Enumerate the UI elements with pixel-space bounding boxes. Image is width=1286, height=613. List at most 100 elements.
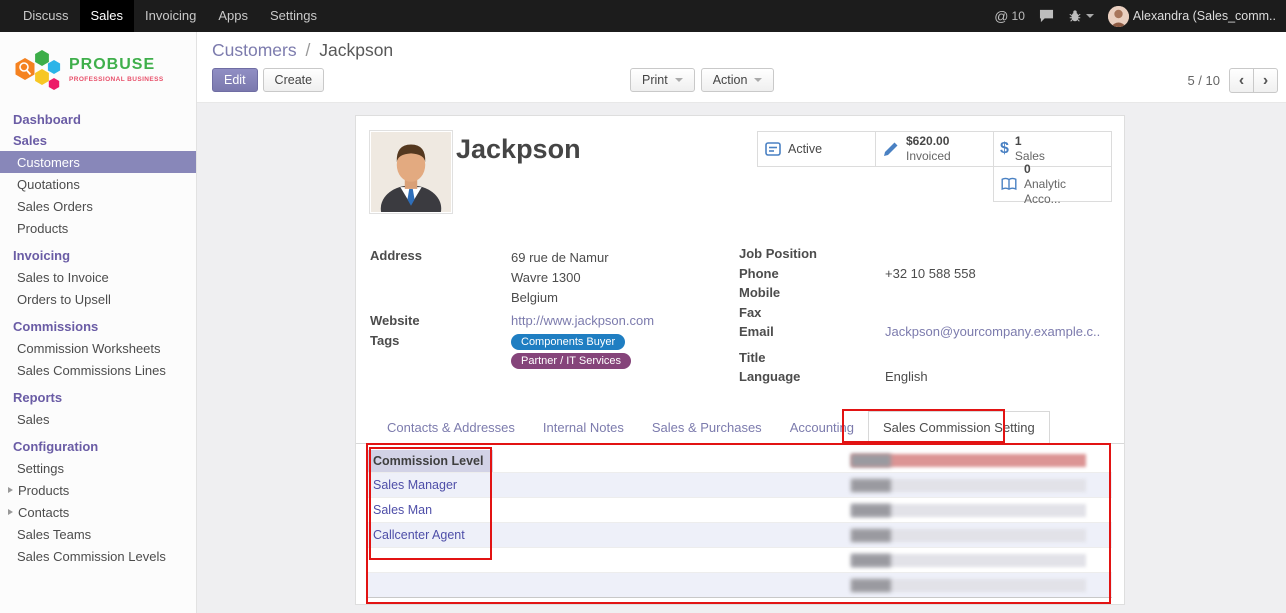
fields-right-column: Job Position Phone +32 10 588 558 Mobile… xyxy=(739,246,1111,389)
address-label: Address xyxy=(370,248,511,308)
address-field: Address 69 rue de Namur Wavre 1300 Belgi… xyxy=(370,248,720,308)
expand-arrow-icon xyxy=(8,509,13,515)
debug-menu-button[interactable] xyxy=(1068,9,1094,23)
sidebar-item-config-contacts[interactable]: Contacts xyxy=(0,501,196,523)
table-row[interactable] xyxy=(368,572,1112,597)
email-link[interactable]: Jackpson@yourcompany.example.c.. xyxy=(885,324,1100,339)
sidebar-heading-commissions[interactable]: Commissions xyxy=(0,316,196,337)
sidebar-item-sales-commission-levels[interactable]: Sales Commission Levels xyxy=(0,545,196,567)
expand-arrow-icon xyxy=(8,487,13,493)
table-row[interactable] xyxy=(368,547,1112,572)
notebook-tabs: Contacts & Addresses Internal Notes Sale… xyxy=(356,411,1124,444)
print-label: Print xyxy=(642,73,668,87)
sidebar-item-sales-teams[interactable]: Sales Teams xyxy=(0,523,196,545)
invoiced-value: $620.00 xyxy=(906,134,951,149)
breadcrumb-separator: / xyxy=(305,40,310,60)
table-row[interactable]: Sales Man xyxy=(368,497,1112,522)
sidebar-item-sales-to-invoice[interactable]: Sales to Invoice xyxy=(0,266,196,288)
analytic-count-value: 0 xyxy=(1024,162,1105,177)
table-row[interactable]: Sales Manager xyxy=(368,472,1112,497)
sidebar-item-config-products[interactable]: Products xyxy=(0,479,196,501)
menu-apps[interactable]: Apps xyxy=(207,0,259,32)
app-logo: PROBUSE PROFESSIONAL BUSINESS xyxy=(0,32,196,101)
tab-sales-purchases[interactable]: Sales & Purchases xyxy=(638,412,776,443)
website-link[interactable]: http://www.jackpson.com xyxy=(511,313,654,328)
mention-icon: @ xyxy=(994,8,1008,24)
website-field: Website http://www.jackpson.com xyxy=(370,313,720,328)
bug-icon xyxy=(1068,9,1082,23)
phone-value: +32 10 588 558 xyxy=(885,266,976,281)
redacted-content xyxy=(851,479,891,492)
user-avatar xyxy=(1108,6,1129,27)
sidebar-item-reports-sales[interactable]: Sales xyxy=(0,408,196,430)
address-value[interactable]: 69 rue de Namur Wavre 1300 Belgium xyxy=(511,248,609,308)
action-buttons: Print Action xyxy=(630,68,774,92)
tab-internal-notes[interactable]: Internal Notes xyxy=(529,412,638,443)
active-label: Active xyxy=(788,142,822,156)
sales-count-value: 1 xyxy=(1015,134,1045,149)
title-label: Title xyxy=(739,350,885,365)
sidebar-heading-sales[interactable]: Sales xyxy=(0,130,196,151)
sidebar-heading-reports[interactable]: Reports xyxy=(0,387,196,408)
menu-sales[interactable]: Sales xyxy=(80,0,135,32)
pager-counter: 5 / 10 xyxy=(1187,73,1220,88)
create-button[interactable]: Create xyxy=(263,68,325,92)
menu-discuss[interactable]: Discuss xyxy=(12,0,80,32)
commission-level-cell: Callcenter Agent xyxy=(368,523,493,547)
pager-previous-button[interactable]: ‹ xyxy=(1229,68,1254,93)
pager: 5 / 10 ‹ › xyxy=(1187,68,1278,93)
stat-buttons: Active $620.00 Invoiced $ 1 Sales xyxy=(758,132,1112,202)
redacted-content xyxy=(851,529,891,542)
commission-level-column-header[interactable]: Commission Level xyxy=(368,450,493,472)
sidebar-item-customers[interactable]: Customers xyxy=(0,151,196,173)
chevron-down-icon xyxy=(1086,14,1094,18)
mentions-counter[interactable]: @ 10 xyxy=(994,8,1025,24)
sidebar-heading-configuration[interactable]: Configuration xyxy=(0,436,196,457)
fields-left-column: Address 69 rue de Namur Wavre 1300 Belgi… xyxy=(370,248,720,374)
mobile-field: Mobile xyxy=(739,285,1111,305)
sidebar-item-sales-orders[interactable]: Sales Orders xyxy=(0,195,196,217)
job-position-label: Job Position xyxy=(739,246,885,261)
analytic-accounts-stat-button[interactable]: 0 Analytic Acco... xyxy=(993,166,1112,202)
tag-partner-it-services[interactable]: Partner / IT Services xyxy=(511,353,631,369)
sidebar-item-sales-commissions-lines[interactable]: Sales Commissions Lines xyxy=(0,359,196,381)
email-field: Email Jackpson@yourcompany.example.c.. xyxy=(739,324,1111,344)
main-area: Customers / Jackpson Edit Create Print A… xyxy=(197,32,1286,613)
sidebar-heading-invoicing[interactable]: Invoicing xyxy=(0,245,196,266)
tab-accounting[interactable]: Accounting xyxy=(776,412,868,443)
title-field: Title xyxy=(739,350,1111,370)
sidebar-item-products[interactable]: Products xyxy=(0,217,196,239)
tab-contacts-addresses[interactable]: Contacts & Addresses xyxy=(373,412,529,443)
active-toggle-button[interactable]: Active xyxy=(757,131,876,167)
tag-components-buyer[interactable]: Components Buyer xyxy=(511,334,625,350)
tab-sales-commission-setting[interactable]: Sales Commission Setting xyxy=(868,411,1050,444)
sidebar-item-commission-worksheets[interactable]: Commission Worksheets xyxy=(0,337,196,359)
commission-levels-table: Commission Level Sales Manager Sales Man… xyxy=(368,450,1112,598)
customer-photo[interactable] xyxy=(369,130,453,214)
pager-next-button[interactable]: › xyxy=(1253,68,1278,93)
table-row[interactable]: Callcenter Agent xyxy=(368,522,1112,547)
menu-invoicing[interactable]: Invoicing xyxy=(134,0,207,32)
address-line: 69 rue de Namur xyxy=(511,248,609,268)
tags-label: Tags xyxy=(370,333,511,369)
menu-settings[interactable]: Settings xyxy=(259,0,328,32)
sidebar-nav: Dashboard Sales Customers Quotations Sal… xyxy=(0,109,196,567)
messages-button[interactable] xyxy=(1039,9,1054,23)
edit-button[interactable]: Edit xyxy=(212,68,258,92)
sidebar-item-quotations[interactable]: Quotations xyxy=(0,173,196,195)
invoiced-stat-button[interactable]: $620.00 Invoiced xyxy=(875,131,994,167)
sidebar-heading-dashboard[interactable]: Dashboard xyxy=(0,109,196,130)
top-bar: Discuss Sales Invoicing Apps Settings @ … xyxy=(0,0,1286,32)
analytic-count-label: Analytic Acco... xyxy=(1024,177,1105,207)
fax-label: Fax xyxy=(739,305,885,320)
breadcrumb-current: Jackpson xyxy=(319,40,393,60)
print-dropdown[interactable]: Print xyxy=(630,68,695,92)
action-dropdown[interactable]: Action xyxy=(701,68,775,92)
language-value: English xyxy=(885,369,928,384)
sidebar-item-orders-to-upsell[interactable]: Orders to Upsell xyxy=(0,288,196,310)
breadcrumb-parent[interactable]: Customers xyxy=(212,40,297,60)
mention-count: 10 xyxy=(1012,9,1025,23)
user-menu[interactable]: Alexandra (Sales_comm.. xyxy=(1108,6,1276,27)
email-label: Email xyxy=(739,324,885,339)
sidebar-item-settings[interactable]: Settings xyxy=(0,457,196,479)
